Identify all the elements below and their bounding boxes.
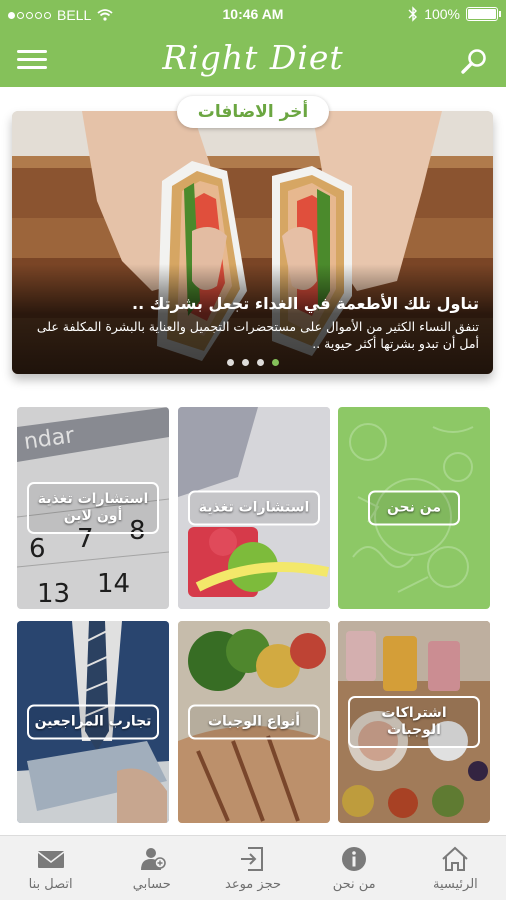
battery-group: 100%	[408, 6, 501, 22]
pager-dot[interactable]	[241, 359, 249, 366]
tile-label: اشتراكات الوجبات	[348, 696, 480, 748]
tile-label: من نحن	[368, 490, 460, 526]
tile-meal-subscription[interactable]: اشتراكات الوجبات	[338, 621, 490, 823]
tab-home[interactable]: الرئيسية	[405, 836, 506, 900]
booking-icon	[241, 847, 263, 871]
tab-about[interactable]: من نحن	[304, 836, 405, 900]
tile-nutrition-consult[interactable]: استشارات تغذية	[178, 407, 330, 609]
search-icon[interactable]	[460, 47, 488, 75]
tile-label: استشارات تغذية	[188, 490, 320, 526]
pager-dot[interactable]	[226, 359, 234, 366]
bluetooth-icon	[408, 6, 418, 22]
tab-label: حجز موعد	[225, 877, 281, 892]
latest-section-title: أخر الاضافات	[177, 96, 329, 128]
tab-contact[interactable]: اتصل بنا	[0, 836, 101, 900]
battery-icon	[466, 7, 501, 21]
info-icon	[342, 847, 367, 871]
tile-online-consult[interactable]: ndar 678 13 14 استشارات تغذية أون لاين	[17, 407, 169, 609]
tile-label: تجارب المراجعين	[27, 704, 159, 740]
top-bar: BELL 10:46 AM 100% Right Diet	[0, 0, 506, 87]
tab-booking[interactable]: حجز موعد	[202, 836, 303, 900]
tile-meal-types[interactable]: أنواع الوجبات	[178, 621, 330, 823]
pager-dot[interactable]	[256, 359, 264, 366]
mail-icon	[37, 851, 65, 868]
tile-reviews[interactable]: تجارب المراجعين	[17, 621, 169, 823]
account-icon	[140, 848, 166, 870]
tab-label: اتصل بنا	[28, 877, 73, 892]
tab-label: حسابي	[132, 877, 171, 892]
home-icon	[442, 846, 469, 871]
latest-slider[interactable]: تناول تلك الأطعمة في الغداء تجعل بشرتك .…	[12, 111, 493, 374]
slide-title[interactable]: تناول تلك الأطعمة في الغداء تجعل بشرتك .…	[24, 294, 479, 313]
tile-label: أنواع الوجبات	[188, 704, 320, 740]
tab-label: من نحن	[332, 877, 376, 892]
slider-pager	[12, 359, 493, 366]
battery-percent: 100%	[424, 6, 460, 22]
tab-account[interactable]: حسابي	[101, 836, 202, 900]
tile-label: استشارات تغذية أون لاين	[27, 482, 159, 534]
tab-label: الرئيسية	[433, 877, 478, 892]
slide-excerpt: تنفق النساء الكثير من الأموال على مستحضر…	[36, 319, 479, 351]
pager-dot-active[interactable]	[271, 359, 279, 366]
status-bar: BELL 10:46 AM 100%	[0, 0, 506, 30]
bottom-tab-bar: اتصل بنا حسابي حجز موعد من نحن الرئيسية	[0, 835, 506, 900]
app-title: Right Diet	[162, 38, 344, 77]
tile-about[interactable]: من نحن	[338, 407, 490, 609]
